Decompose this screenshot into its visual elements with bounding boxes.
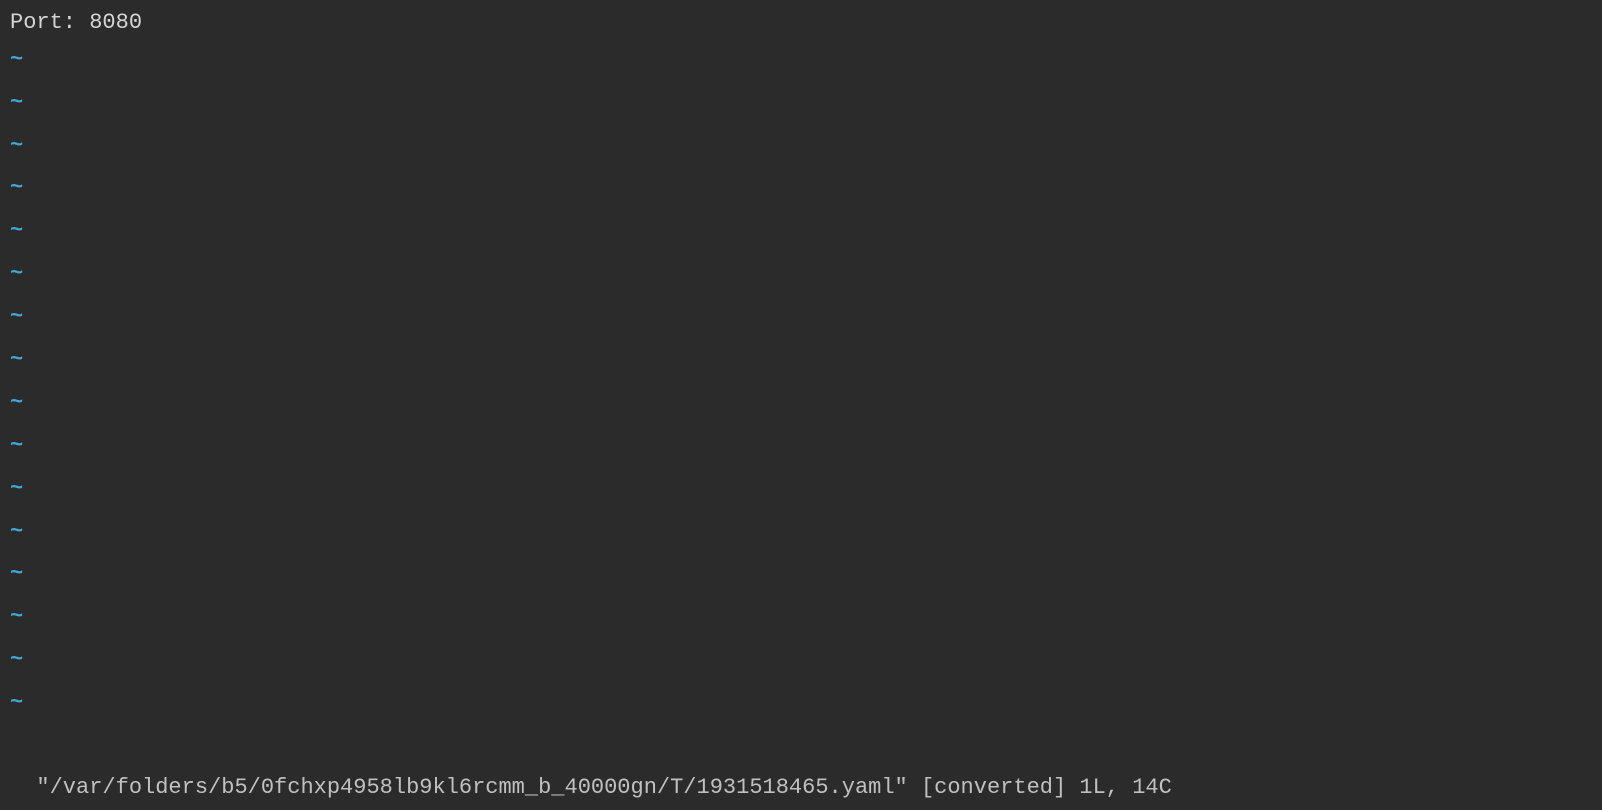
empty-line-tilde: ~ <box>10 425 1592 468</box>
empty-line-tilde: ~ <box>10 553 1592 596</box>
empty-line-tilde: ~ <box>10 339 1592 382</box>
empty-line-tilde: ~ <box>10 125 1592 168</box>
empty-line-tilde: ~ <box>10 167 1592 210</box>
file-content-line: Port: 8080 <box>10 8 1592 39</box>
empty-lines-container: ~~~~~~~~~~~~~~~~ <box>10 39 1592 725</box>
empty-line-tilde: ~ <box>10 382 1592 425</box>
status-position: 1L, 14C <box>1079 775 1171 800</box>
empty-line-tilde: ~ <box>10 468 1592 511</box>
status-flags: [converted] <box>921 775 1066 800</box>
empty-line-tilde: ~ <box>10 511 1592 554</box>
empty-line-tilde: ~ <box>10 596 1592 639</box>
empty-line-tilde: ~ <box>10 296 1592 339</box>
empty-line-tilde: ~ <box>10 682 1592 725</box>
empty-line-tilde: ~ <box>10 39 1592 82</box>
empty-line-tilde: ~ <box>10 82 1592 125</box>
status-line: "/var/folders/b5/0fchxp4958lb9kl6rcmm_b_… <box>0 744 1602 810</box>
empty-line-tilde: ~ <box>10 253 1592 296</box>
empty-line-tilde: ~ <box>10 210 1592 253</box>
editor-area[interactable]: Port: 8080 ~~~~~~~~~~~~~~~~ <box>0 0 1602 744</box>
status-file-path: "/var/folders/b5/0fchxp4958lb9kl6rcmm_b_… <box>36 775 907 800</box>
empty-line-tilde: ~ <box>10 639 1592 682</box>
